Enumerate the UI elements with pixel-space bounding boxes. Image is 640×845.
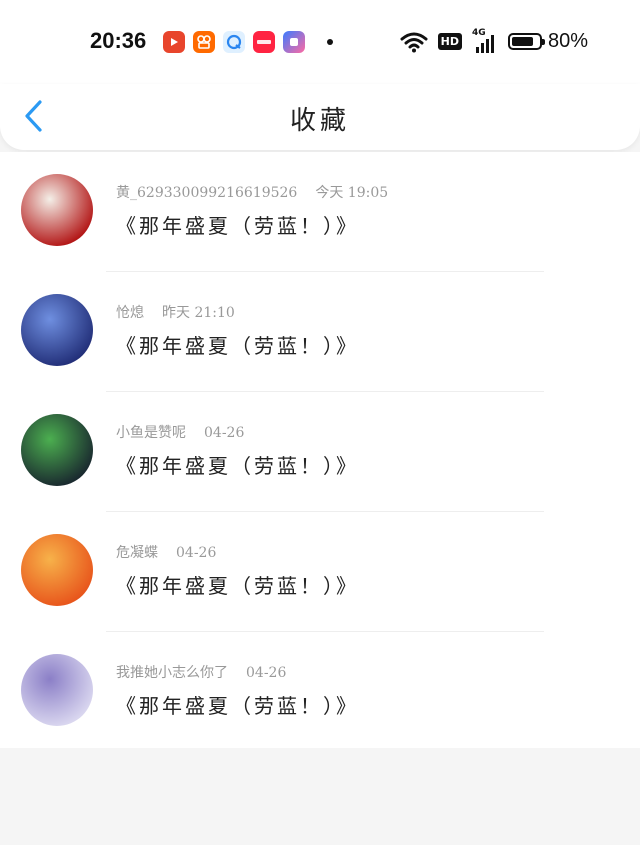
- timestamp: 04-26: [204, 425, 245, 441]
- avatar[interactable]: [21, 534, 93, 606]
- username: 黄_629330099216619526: [116, 185, 298, 201]
- battery-percent: 80%: [547, 30, 588, 52]
- username: 怆熄: [116, 305, 144, 321]
- list-item[interactable]: 小鱼是赞呢 04-26 《那年盛夏（劳蓝！）》: [0, 392, 640, 512]
- shortcut-app-icon: [283, 31, 305, 53]
- kuaishou-icon: [193, 31, 215, 53]
- timestamp: 今天 19:05: [315, 185, 389, 201]
- item-meta: 小鱼是赞呢 04-26: [116, 422, 244, 442]
- notification-app-icons: [163, 31, 333, 53]
- avatar[interactable]: [21, 294, 93, 366]
- battery-icon: [507, 33, 545, 50]
- cellular-signal-icon: 4G: [472, 28, 498, 53]
- status-bar: 20:36 HD 4G 80%: [0, 0, 640, 84]
- hd-badge: HD: [437, 33, 462, 50]
- avatar[interactable]: [21, 654, 93, 726]
- favorites-list: 黄_629330099216619526 今天 19:05 《那年盛夏（劳蓝！）》…: [0, 152, 640, 748]
- xiaohongshu-icon: [253, 31, 275, 53]
- list-item[interactable]: 我推她小志么你了 04-26 《那年盛夏（劳蓝！）》: [0, 632, 640, 752]
- timestamp: 04-26: [176, 545, 217, 561]
- item-meta: 怆熄 昨天 21:10: [116, 302, 235, 322]
- item-meta: 危凝蝶 04-26: [116, 542, 216, 562]
- username: 危凝蝶: [116, 545, 158, 561]
- wifi-icon: [400, 32, 428, 52]
- video-app-icon: [163, 31, 185, 53]
- message-text: 《那年盛夏（劳蓝！）》: [116, 334, 359, 358]
- more-notifications-dot: [327, 39, 333, 45]
- browser-icon: [223, 31, 245, 53]
- list-item[interactable]: 危凝蝶 04-26 《那年盛夏（劳蓝！）》: [0, 512, 640, 632]
- item-meta: 黄_629330099216619526 今天 19:05: [116, 182, 388, 202]
- page-title: 收藏: [289, 106, 350, 136]
- message-text: 《那年盛夏（劳蓝！）》: [116, 454, 359, 478]
- avatar[interactable]: [21, 414, 93, 486]
- username: 小鱼是赞呢: [116, 425, 186, 441]
- item-meta: 我推她小志么你了 04-26: [116, 662, 286, 682]
- message-text: 《那年盛夏（劳蓝！）》: [116, 694, 359, 718]
- system-indicators: HD 4G 80%: [400, 28, 588, 53]
- timestamp: 昨天 21:10: [162, 305, 235, 321]
- username: 我推她小志么你了: [116, 665, 228, 681]
- message-text: 《那年盛夏（劳蓝！）》: [116, 574, 359, 598]
- avatar[interactable]: [21, 174, 93, 246]
- battery-indicator: 80%: [507, 30, 588, 53]
- status-time: 20:36: [90, 28, 147, 53]
- timestamp: 04-26: [246, 665, 287, 681]
- nav-header: 收藏: [0, 84, 640, 150]
- list-item[interactable]: 怆熄 昨天 21:10 《那年盛夏（劳蓝！）》: [0, 272, 640, 392]
- list-item[interactable]: 黄_629330099216619526 今天 19:05 《那年盛夏（劳蓝！）》: [0, 152, 640, 272]
- message-text: 《那年盛夏（劳蓝！）》: [116, 214, 359, 238]
